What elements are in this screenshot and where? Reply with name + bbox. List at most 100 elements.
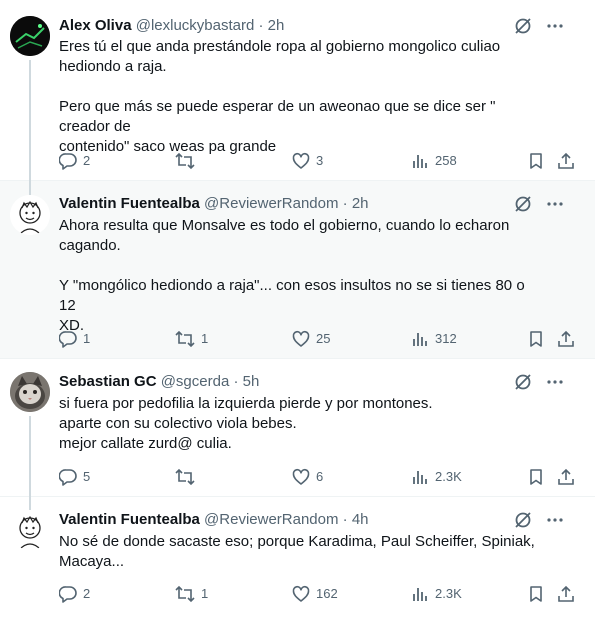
tweet-header: Alex Oliva @lexluckybastard · 2h: [59, 16, 525, 36]
views-button[interactable]: 312: [411, 329, 457, 349]
tweet-line: Eres tú el que anda prestándole ropa al …: [59, 38, 501, 55]
tweet-line: Macaya...: [59, 553, 125, 570]
timestamp[interactable]: · 4h: [343, 511, 369, 528]
tweet-line: aparte con su colectivo viola bebes.: [59, 415, 297, 432]
reply-count: 2: [83, 153, 91, 168]
tweet-valentin-fuentealba-2[interactable]: Valentin Fuentealba @ReviewerRandom · 4h…: [0, 497, 595, 622]
view-count: 2.3K: [435, 586, 462, 601]
author-handle[interactable]: @lexluckybastard: [136, 17, 255, 34]
action-bar: 2 3 258: [59, 151, 579, 171]
tweet-line: si fuera por pedofilia la izquierda pier…: [59, 395, 433, 412]
tweet-header: Sebastian GC @sgcerda · 5h: [59, 372, 525, 392]
views-button[interactable]: 2.3K: [411, 467, 462, 487]
retweet-icon: [175, 468, 195, 486]
views-icon: [413, 588, 427, 601]
bookmark-button[interactable]: [527, 329, 545, 349]
tweet-text: si fuera por pedofilia la izquierda pier…: [59, 394, 539, 454]
avatar[interactable]: [10, 16, 50, 56]
avatar[interactable]: [10, 195, 50, 235]
like-count: 3: [316, 153, 324, 168]
like-count: 6: [316, 469, 324, 484]
like-button[interactable]: 162: [292, 584, 338, 604]
more-icon[interactable]: [545, 194, 565, 214]
more-icon[interactable]: [545, 372, 565, 392]
grok-icon[interactable]: [513, 16, 533, 36]
view-count: 312: [435, 331, 457, 346]
bookmark-button[interactable]: [527, 467, 545, 487]
retweet-count: 1: [201, 586, 209, 601]
retweet-icon: [175, 152, 195, 170]
more-icon[interactable]: [545, 510, 565, 530]
tweet-alex-oliva[interactable]: Alex Oliva @lexluckybastard · 2h Eres tú…: [0, 0, 595, 181]
action-bar: 2 1 162 2.3K: [59, 584, 579, 604]
views-icon: [413, 471, 427, 484]
tweet-line: No sé de donde sacaste eso; porque Karad…: [59, 533, 535, 550]
author-name[interactable]: Valentin Fuentealba: [59, 195, 200, 212]
bookmark-button[interactable]: [527, 584, 545, 604]
reply-button[interactable]: 5: [59, 467, 90, 487]
tweet-text: No sé de donde sacaste eso; porque Karad…: [59, 532, 539, 572]
share-button[interactable]: [557, 329, 575, 349]
thread-line: [29, 497, 31, 510]
views-button[interactable]: 258: [411, 151, 457, 171]
view-count: 258: [435, 153, 457, 168]
author-name[interactable]: Alex Oliva: [59, 17, 132, 34]
like-count: 25: [316, 331, 331, 346]
views-icon: [413, 333, 427, 346]
bookmark-icon: [530, 331, 542, 347]
tweet-line: Y "mongólico hediondo a raja"... con eso…: [59, 277, 525, 314]
bookmark-button[interactable]: [527, 151, 545, 171]
tweet-line: hediondo a raja.: [59, 58, 167, 75]
tweet-header: Valentin Fuentealba @ReviewerRandom · 4h: [59, 510, 525, 530]
tweet-line: Pero que más se puede esperar de un aweo…: [59, 98, 496, 135]
tweet-header: Valentin Fuentealba @ReviewerRandom · 2h: [59, 194, 525, 214]
retweet-button[interactable]: [175, 467, 201, 487]
reply-count: 2: [83, 586, 91, 601]
retweet-button[interactable]: [175, 151, 201, 171]
retweet-icon: [175, 330, 195, 348]
timestamp[interactable]: · 5h: [233, 373, 259, 390]
reply-icon: [59, 469, 77, 486]
tweet-line: Ahora resulta que Monsalve es todo el go…: [59, 217, 510, 234]
action-bar: 1 1 25 312: [59, 329, 579, 349]
more-icon[interactable]: [545, 16, 565, 36]
views-icon: [413, 155, 427, 168]
tweet-valentin-fuentealba[interactable]: Valentin Fuentealba @ReviewerRandom · 2h…: [0, 181, 595, 359]
views-button[interactable]: 2.3K: [411, 584, 462, 604]
avatar[interactable]: [10, 510, 50, 550]
tweet-text: Eres tú el que anda prestándole ropa al …: [59, 37, 539, 157]
author-handle[interactable]: @sgcerda: [161, 373, 230, 390]
tweet-sebastian-gc[interactable]: Sebastian GC @sgcerda · 5h si fuera por …: [0, 359, 595, 497]
grok-icon[interactable]: [513, 372, 533, 392]
grok-icon[interactable]: [513, 510, 533, 530]
share-button[interactable]: [557, 151, 575, 171]
share-button[interactable]: [557, 467, 575, 487]
timestamp[interactable]: · 2h: [343, 195, 369, 212]
reply-button[interactable]: 2: [59, 584, 90, 604]
author-handle[interactable]: @ReviewerRandom: [204, 195, 338, 212]
tweet-line: cagando.: [59, 237, 121, 254]
share-icon: [558, 468, 574, 485]
like-button[interactable]: 3: [292, 151, 323, 171]
share-icon: [558, 330, 574, 347]
reply-button[interactable]: 1: [59, 329, 90, 349]
grok-icon[interactable]: [513, 194, 533, 214]
share-button[interactable]: [557, 584, 575, 604]
bookmark-icon: [530, 586, 542, 602]
view-count: 2.3K: [435, 469, 462, 484]
reply-button[interactable]: 2: [59, 151, 90, 171]
avatar[interactable]: [10, 372, 50, 412]
like-button[interactable]: 25: [292, 329, 330, 349]
author-name[interactable]: Valentin Fuentealba: [59, 511, 200, 528]
heart-icon: [292, 585, 310, 602]
reply-icon: [59, 153, 77, 170]
like-button[interactable]: 6: [292, 467, 323, 487]
timestamp[interactable]: · 2h: [259, 17, 285, 34]
author-name[interactable]: Sebastian GC: [59, 373, 157, 390]
reply-icon: [59, 586, 77, 603]
retweet-button[interactable]: 1: [175, 584, 208, 604]
reply-count: 5: [83, 469, 91, 484]
heart-icon: [292, 330, 310, 347]
retweet-button[interactable]: 1: [175, 329, 208, 349]
author-handle[interactable]: @ReviewerRandom: [204, 511, 338, 528]
